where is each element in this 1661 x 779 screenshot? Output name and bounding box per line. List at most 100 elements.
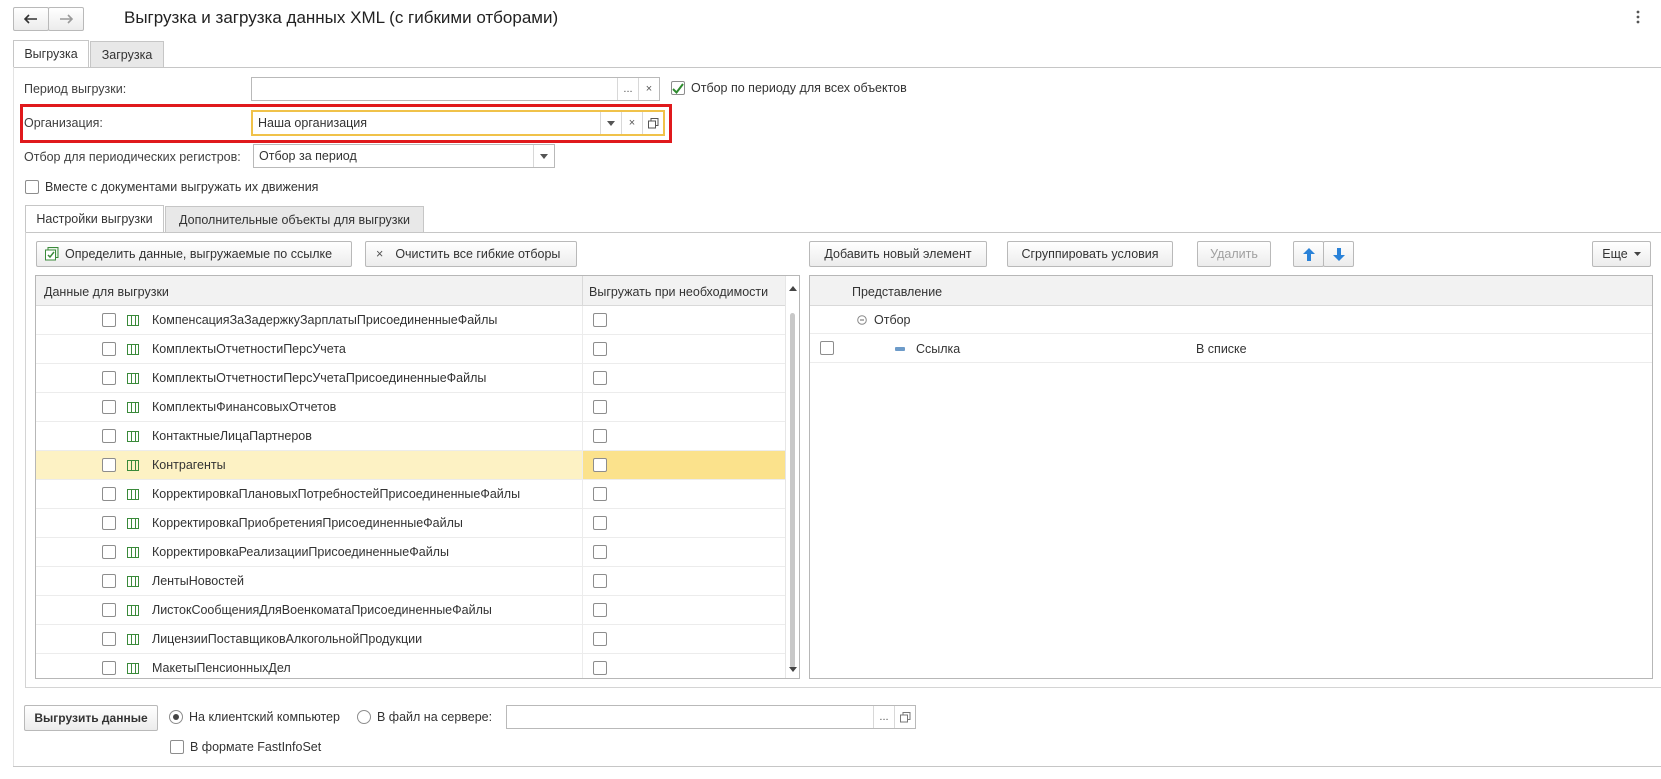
export-if-needed-checkbox[interactable] xyxy=(593,487,607,501)
scrollbar-thumb[interactable] xyxy=(790,313,795,668)
move-down-button[interactable] xyxy=(1323,241,1354,267)
tab-import[interactable]: Загрузка xyxy=(90,41,164,67)
table-row[interactable]: ЛентыНовостей xyxy=(36,567,785,596)
more-menu-button[interactable]: Еще xyxy=(1592,241,1651,267)
radio-button[interactable] xyxy=(357,710,371,724)
scroll-down-icon[interactable] xyxy=(789,667,797,672)
row-export-checkbox[interactable] xyxy=(102,661,116,675)
radio-button[interactable] xyxy=(169,710,183,724)
export-if-needed-checkbox[interactable] xyxy=(593,458,607,472)
column-header-presentation[interactable]: Представление xyxy=(852,285,942,299)
period-all-objects-checkbox[interactable]: Отбор по периоду для всех объектов xyxy=(671,81,907,95)
row-export-checkbox[interactable] xyxy=(102,603,116,617)
filter-item-row[interactable]: Ссылка В списке xyxy=(810,334,1652,363)
add-new-element-button[interactable]: Добавить новый элемент xyxy=(809,241,987,267)
radio-to-server[interactable]: В файл на сервере: xyxy=(357,710,492,724)
server-path-field[interactable]: ... xyxy=(506,705,916,729)
checkbox-box[interactable] xyxy=(170,740,184,754)
row-export-checkbox[interactable] xyxy=(102,371,116,385)
export-if-needed-checkbox[interactable] xyxy=(593,574,607,588)
tab-additional-objects[interactable]: Дополнительные объекты для выгрузки xyxy=(165,206,424,232)
row-export-checkbox[interactable] xyxy=(102,400,116,414)
column-header-export-if-needed[interactable]: Выгружать при необходимости xyxy=(589,285,768,299)
checkbox-box[interactable] xyxy=(671,81,685,95)
table-row[interactable]: КомплектыОтчетностиПерсУчета xyxy=(36,335,785,364)
arrow-left-icon xyxy=(24,14,37,24)
clear-flexible-filters-button[interactable]: × Очистить все гибкие отборы xyxy=(365,241,577,267)
table-row[interactable]: ЛистокСообщенияДляВоенкоматаПрисоединенн… xyxy=(36,596,785,625)
define-by-reference-button[interactable]: Определить данные, выгружаемые по ссылке xyxy=(36,241,352,267)
group-conditions-button[interactable]: Сгруппировать условия xyxy=(1007,241,1173,267)
move-up-button[interactable] xyxy=(1293,241,1324,267)
back-button[interactable] xyxy=(13,7,49,31)
delete-button[interactable]: Удалить xyxy=(1197,241,1271,267)
column-header-data[interactable]: Данные для выгрузки xyxy=(44,285,169,299)
table-row[interactable]: МакетыПенсионныхДел xyxy=(36,654,785,678)
period-label: Период выгрузки: xyxy=(24,82,127,96)
organization-dropdown-button[interactable] xyxy=(600,112,621,134)
organization-value: Наша организация xyxy=(258,116,368,130)
define-by-reference-label: Определить данные, выгружаемые по ссылке xyxy=(65,247,333,261)
table-row[interactable]: КомпенсацияЗаЗадержкуЗарплатыПрисоединен… xyxy=(36,306,785,335)
row-export-checkbox[interactable] xyxy=(102,632,116,646)
tab-export[interactable]: Выгрузка xyxy=(13,40,89,67)
table-row[interactable]: КомплектыОтчетностиПерсУчетаПрисоединенн… xyxy=(36,364,785,393)
arrow-up-icon xyxy=(1302,247,1315,261)
row-object-name: КонтактныеЛицаПартнеров xyxy=(152,429,312,443)
export-if-needed-checkbox[interactable] xyxy=(593,429,607,443)
period-clear-button[interactable]: × xyxy=(638,78,659,100)
export-data-button[interactable]: Выгрузить данные xyxy=(24,705,158,731)
fastinfoset-checkbox[interactable]: В формате FastInfoSet xyxy=(170,740,321,754)
table-row[interactable]: КорректировкаРеализацииПрисоединенныеФай… xyxy=(36,538,785,567)
table-row[interactable]: КорректировкаПриобретенияПрисоединенныеФ… xyxy=(36,509,785,538)
with-movements-checkbox[interactable]: Вместе с документами выгружать их движен… xyxy=(25,180,318,194)
table-row[interactable]: КомплектыФинансовыхОтчетов xyxy=(36,393,785,422)
export-if-needed-checkbox[interactable] xyxy=(593,371,607,385)
collapse-minus-icon[interactable] xyxy=(857,315,867,325)
periodic-registers-select[interactable]: Отбор за период xyxy=(253,144,555,168)
filter-group-row[interactable]: Отбор xyxy=(810,306,1652,334)
export-if-needed-checkbox[interactable] xyxy=(593,313,607,327)
forward-button[interactable] xyxy=(48,7,84,31)
catalog-table-icon xyxy=(127,576,139,587)
export-if-needed-checkbox[interactable] xyxy=(593,516,607,530)
row-export-checkbox[interactable] xyxy=(102,516,116,530)
row-export-checkbox[interactable] xyxy=(102,574,116,588)
organization-open-button[interactable] xyxy=(642,112,663,134)
filter-item-checkbox[interactable] xyxy=(820,341,834,355)
server-path-open-button[interactable] xyxy=(894,706,915,728)
organization-clear-button[interactable]: × xyxy=(621,112,642,134)
radio-to-client[interactable]: На клиентский компьютер xyxy=(169,710,340,724)
row-export-checkbox[interactable] xyxy=(102,313,116,327)
export-if-needed-checkbox[interactable] xyxy=(593,661,607,675)
more-label: Еще xyxy=(1602,247,1628,261)
kebab-menu-icon[interactable] xyxy=(1636,10,1640,27)
scroll-up-icon[interactable] xyxy=(789,286,797,291)
tab-export-settings[interactable]: Настройки выгрузки xyxy=(25,205,164,232)
row-export-checkbox[interactable] xyxy=(102,487,116,501)
table-row[interactable]: КорректировкаПлановыхПотребностейПрисоед… xyxy=(36,480,785,509)
export-if-needed-checkbox[interactable] xyxy=(593,545,607,559)
filter-conditions-table[interactable]: Представление Отбор Ссылка В списке xyxy=(809,275,1653,679)
period-field[interactable]: ... × xyxy=(251,77,660,101)
server-path-select-button[interactable]: ... xyxy=(873,706,894,728)
periodic-registers-dropdown-button[interactable] xyxy=(533,145,554,167)
row-export-checkbox[interactable] xyxy=(102,429,116,443)
row-object-name: КомплектыОтчетностиПерсУчета xyxy=(152,342,346,356)
export-if-needed-checkbox[interactable] xyxy=(593,342,607,356)
table-row[interactable]: ЛицензииПоставщиковАлкогольнойПродукции xyxy=(36,625,785,654)
row-export-checkbox[interactable] xyxy=(102,545,116,559)
export-if-needed-checkbox[interactable] xyxy=(593,400,607,414)
checkbox-box[interactable] xyxy=(25,180,39,194)
export-if-needed-checkbox[interactable] xyxy=(593,603,607,617)
vertical-scrollbar[interactable] xyxy=(785,276,799,678)
row-export-checkbox[interactable] xyxy=(102,458,116,472)
table-row[interactable]: КонтактныеЛицаПартнеров xyxy=(36,422,785,451)
export-if-needed-checkbox[interactable] xyxy=(593,632,607,646)
with-movements-label: Вместе с документами выгружать их движен… xyxy=(45,180,319,194)
organization-field[interactable]: Наша организация × xyxy=(251,110,665,136)
row-export-checkbox[interactable] xyxy=(102,342,116,356)
table-row[interactable]: Контрагенты xyxy=(36,451,787,480)
period-select-button[interactable]: ... xyxy=(617,78,638,100)
export-data-table[interactable]: Данные для выгрузки Выгружать при необхо… xyxy=(35,275,800,679)
